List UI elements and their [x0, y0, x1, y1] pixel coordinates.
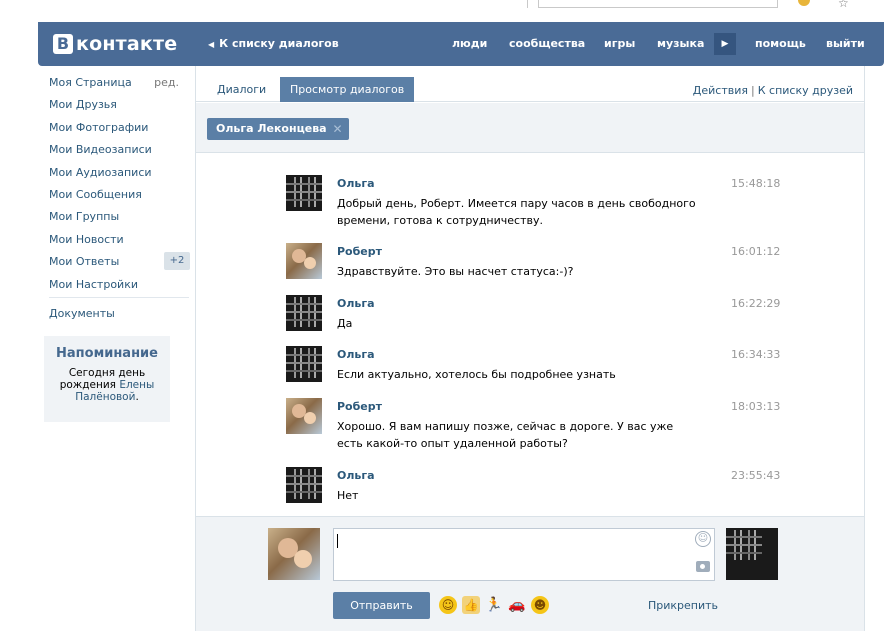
dialog-panel: Диалоги Просмотр диалогов Действия | К спи…: [195, 66, 865, 631]
reminder-name-last[interactable]: Палёновой: [75, 391, 135, 403]
back-to-dialogs-label: К списку диалогов: [219, 37, 339, 50]
reminder-name-first[interactable]: Елены: [119, 379, 154, 391]
avatar[interactable]: [286, 467, 322, 503]
sidebar-item-label: Моя Страница: [49, 76, 132, 89]
sidebar-item-messages[interactable]: Мои Сообщения: [49, 188, 189, 210]
sidebar-item-documents[interactable]: Документы: [49, 307, 115, 320]
conversation-filter-bar: Ольга Леконцева ✕: [196, 103, 864, 153]
logo-text: контакте: [76, 33, 178, 55]
reminder-title: Напоминание: [56, 346, 158, 361]
sidebar-item-videos[interactable]: Мои Видеозаписи: [49, 143, 189, 165]
nav-help-link[interactable]: помощь: [755, 37, 806, 50]
reminder-line-3: Палёновой.: [44, 391, 170, 403]
message-time: 23:55:43: [731, 469, 781, 482]
browser-bookmark-icon[interactable]: ☆: [838, 0, 849, 10]
actions-link[interactable]: Действия: [693, 84, 748, 97]
vk-logo[interactable]: В контакте: [53, 33, 177, 55]
tabs-bar: Диалоги Просмотр диалогов Действия | К спи…: [196, 66, 864, 102]
message-time: 18:03:13: [731, 400, 781, 413]
sidebar-item-my-page[interactable]: Моя Страница ред.: [49, 76, 189, 98]
thumbs-up-emoji-icon[interactable]: 👍: [462, 596, 480, 614]
message-time: 16:22:29: [731, 297, 781, 310]
message-author[interactable]: Ольга: [337, 348, 375, 361]
car-emoji-icon[interactable]: 🚗: [508, 596, 526, 614]
left-sidebar: Моя Страница ред. Мои Друзья Мои Фотограф…: [49, 76, 190, 300]
avatar[interactable]: [286, 398, 322, 434]
avatar[interactable]: [286, 175, 322, 211]
reminder-text: Сегодня день рождения Елены Палёновой.: [44, 367, 170, 403]
sidebar-item-audios[interactable]: Мои Аудиозаписи: [49, 166, 189, 188]
message-time: 16:01:12: [731, 245, 781, 258]
message-time: 15:48:18: [731, 177, 781, 190]
edit-page-link[interactable]: ред.: [154, 76, 179, 90]
sidebar-item-photos[interactable]: Мои Фотографии: [49, 121, 189, 143]
message-text: Нет: [337, 489, 359, 502]
contact-chip-label: Ольга Леконцева: [216, 122, 327, 135]
smile-emoji-icon[interactable]: ☺: [439, 596, 457, 614]
avatar[interactable]: [286, 346, 322, 382]
message-input[interactable]: [333, 528, 715, 581]
answers-count-badge: +2: [164, 252, 190, 271]
reminder-period: .: [135, 391, 139, 403]
music-play-icon[interactable]: ▶: [714, 33, 736, 55]
sidebar-item-groups[interactable]: Мои Группы: [49, 210, 189, 232]
message-author[interactable]: Ольга: [337, 469, 375, 482]
top-header: В контакте ◀ К списку диалогов люди сообщ…: [38, 22, 884, 66]
message-composer: ☺ Отправить ☺ 👍 🏃 🚗 ☻ Прикрепить: [196, 516, 864, 631]
message-author[interactable]: Роберт: [337, 245, 382, 258]
message-text: Хорошо. Я вам напишу позже, сейчас в дор…: [337, 420, 674, 450]
browser-divider: [498, 0, 528, 8]
reminder-birthday-word: рождения: [59, 379, 116, 391]
contact-filter-chip[interactable]: Ольга Леконцева ✕: [207, 118, 349, 140]
back-arrow-icon: ◀: [208, 40, 215, 49]
running-man-emoji-icon[interactable]: 🏃: [485, 596, 503, 614]
nav-logout-link[interactable]: выйти: [826, 37, 865, 50]
browser-weather-icon[interactable]: [798, 0, 810, 6]
message-author[interactable]: Ольга: [337, 297, 375, 310]
actions-links: Действия | К списку друзей: [693, 84, 853, 97]
nav-communities-link[interactable]: сообщества: [509, 37, 585, 50]
reminder-line-2: рождения Елены: [44, 379, 170, 391]
sidebar-divider: [49, 297, 189, 298]
message-time: 16:34:33: [731, 348, 781, 361]
browser-toolbar-remnant: ☆: [0, 0, 884, 22]
message-text: Да: [337, 317, 353, 330]
attach-link[interactable]: Прикрепить: [648, 599, 718, 612]
message-text: Здравствуйте. Это вы насчет статуса:-)?: [337, 265, 574, 278]
sidebar-item-label: Мои Ответы: [49, 255, 120, 269]
message-text: Если актуально, хотелось бы подробнее уз…: [337, 368, 616, 381]
my-avatar[interactable]: [268, 528, 320, 580]
nav-people-link[interactable]: люди: [452, 37, 487, 50]
back-to-dialogs-link[interactable]: ◀ К списку диалогов: [208, 37, 339, 50]
message-text: Добрый день, Роберт. Имеется пару часов …: [337, 197, 696, 227]
birthday-reminder: Напоминание Сегодня день рождения Елены …: [44, 336, 170, 422]
send-button[interactable]: Отправить: [333, 592, 430, 619]
nav-music-link[interactable]: музыка: [657, 37, 704, 50]
logo-letter: В: [53, 34, 73, 54]
message-author[interactable]: Роберт: [337, 400, 382, 413]
to-friends-link[interactable]: К списку друзей: [758, 84, 853, 97]
message-list: Ольга Добрый день, Роберт. Имеется пару …: [196, 154, 864, 516]
actions-separator: |: [751, 84, 755, 97]
reminder-line-1: Сегодня день: [68, 367, 146, 379]
nav-games-link[interactable]: игры: [604, 37, 635, 50]
message-author[interactable]: Ольга: [337, 177, 375, 190]
tab-dialogs[interactable]: Диалоги: [217, 77, 266, 102]
avatar[interactable]: [286, 243, 322, 279]
close-icon[interactable]: ✕: [333, 118, 343, 140]
avatar[interactable]: [286, 295, 322, 331]
tab-view-dialogs[interactable]: Просмотр диалогов: [280, 77, 415, 102]
sidebar-item-answers[interactable]: Мои Ответы +2: [49, 252, 190, 277]
grin-emoji-icon[interactable]: ☻: [531, 596, 549, 614]
browser-search-field[interactable]: [538, 0, 778, 8]
sidebar-item-friends[interactable]: Мои Друзья: [49, 98, 189, 120]
peer-avatar[interactable]: [726, 528, 778, 580]
